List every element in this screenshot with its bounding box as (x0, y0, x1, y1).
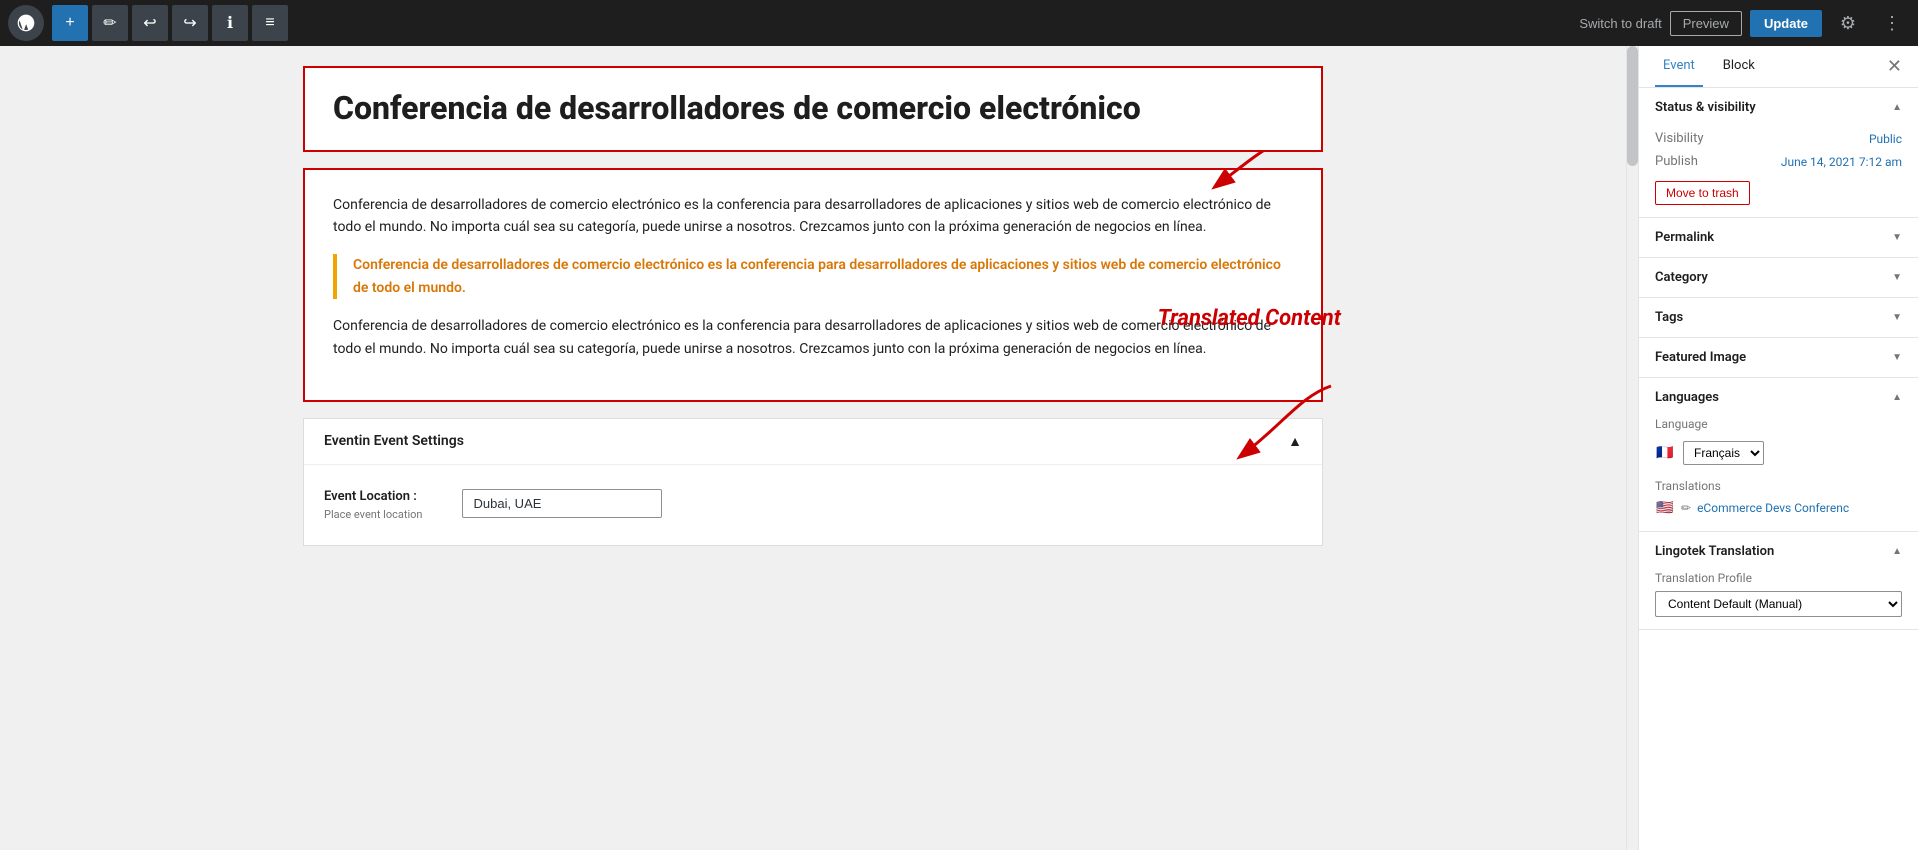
lingotek-section: Lingotek Translation ▲ Translation Profi… (1639, 532, 1918, 630)
list-view-icon: ≡ (265, 14, 274, 32)
languages-body: Language 🇫🇷 Français Translations 🇺🇸 ✏ e… (1639, 417, 1918, 531)
gear-icon: ⚙ (1840, 13, 1856, 34)
status-visibility-body: Visibility Public Publish June 14, 2021 … (1639, 127, 1918, 217)
blockquote-text: Conferencia de desarrolladores de comerc… (353, 254, 1293, 299)
tab-event[interactable]: Event (1655, 46, 1703, 87)
post-title[interactable]: Conferencia de desarrolladores de comerc… (333, 88, 1293, 130)
permalink-title: Permalink (1655, 230, 1714, 245)
featured-image-title: Featured Image (1655, 350, 1746, 365)
switch-to-draft-button[interactable]: Switch to draft (1579, 16, 1661, 31)
tags-header[interactable]: Tags ▼ (1639, 298, 1918, 337)
info-icon: ℹ (227, 13, 233, 33)
lingotek-header[interactable]: Lingotek Translation ▲ (1639, 532, 1918, 571)
add-icon: + (65, 14, 74, 32)
sidebar-tabs: Event Block ✕ (1639, 46, 1918, 88)
status-visibility-section: Status & visibility ▲ Visibility Public … (1639, 88, 1918, 218)
event-location-label: Event Location : (324, 489, 422, 504)
settings-button[interactable]: ⚙ (1830, 5, 1866, 41)
close-icon: ✕ (1887, 56, 1902, 76)
redo-button[interactable]: ↪ (172, 5, 208, 41)
redo-icon: ↪ (183, 13, 196, 33)
languages-title: Languages (1655, 390, 1719, 405)
eventin-settings-body: Event Location : Place event location (304, 465, 1322, 545)
publish-value[interactable]: June 14, 2021 7:12 am (1781, 155, 1902, 169)
lingotek-body: Translation Profile Content Default (Man… (1639, 571, 1918, 629)
eventin-settings-header[interactable]: Eventin Event Settings ▲ (304, 419, 1322, 465)
more-icon: ⋮ (1883, 13, 1901, 34)
wp-icon (16, 13, 36, 33)
us-flag: 🇺🇸 (1655, 501, 1675, 515)
languages-chevron-icon: ▲ (1892, 392, 1902, 403)
visibility-value[interactable]: Public (1869, 132, 1902, 146)
tags-section: Tags ▼ (1639, 298, 1918, 338)
status-visibility-title: Status & visibility (1655, 100, 1756, 115)
language-row: 🇫🇷 Français (1655, 435, 1902, 471)
event-location-input[interactable] (462, 489, 662, 518)
move-to-trash-button[interactable]: Move to trash (1655, 181, 1750, 205)
translation-profile-label: Translation Profile (1655, 571, 1902, 585)
featured-image-chevron-icon: ▼ (1892, 352, 1902, 363)
translation-profile-select[interactable]: Content Default (Manual) (1655, 591, 1902, 617)
editor-content: Conferencia de desarrolladores de comerc… (283, 66, 1343, 546)
status-visibility-header[interactable]: Status & visibility ▲ (1639, 88, 1918, 127)
title-block[interactable]: Conferencia de desarrolladores de comerc… (303, 66, 1323, 152)
right-sidebar: Event Block ✕ Status & visibility ▲ Visi… (1638, 46, 1918, 850)
translation-row: 🇺🇸 ✏ eCommerce Devs Conferenc (1655, 497, 1902, 519)
category-section: Category ▼ (1639, 258, 1918, 298)
visibility-row: Visibility Public (1655, 127, 1902, 150)
event-location-sublabel: Place event location (324, 508, 422, 521)
topbar-right: Switch to draft Preview Update ⚙ ⋮ (1579, 5, 1910, 41)
sidebar-close-button[interactable]: ✕ (1887, 46, 1902, 87)
tags-chevron-icon: ▼ (1892, 312, 1902, 323)
paragraph-3: Conferencia de desarrolladores de comerc… (333, 315, 1293, 360)
eventin-settings-title: Eventin Event Settings (324, 433, 464, 449)
permalink-header[interactable]: Permalink ▼ (1639, 218, 1918, 257)
topbar: + ✏ ↩ ↪ ℹ ≡ Switch to draft Preview Upda… (0, 0, 1918, 46)
update-button[interactable]: Update (1750, 10, 1822, 37)
lingotek-title: Lingotek Translation (1655, 544, 1774, 559)
edit-icon: ✏ (103, 13, 116, 33)
publish-row: Publish June 14, 2021 7:12 am (1655, 150, 1902, 173)
content-block[interactable]: Conferencia de desarrolladores de comerc… (303, 168, 1323, 402)
chevron-up-icon: ▲ (1892, 102, 1902, 113)
category-chevron-icon: ▼ (1892, 272, 1902, 283)
translation-link[interactable]: eCommerce Devs Conferenc (1697, 501, 1849, 515)
list-view-button[interactable]: ≡ (252, 5, 288, 41)
event-location-group: Event Location : Place event location (324, 489, 422, 521)
featured-image-header[interactable]: Featured Image ▼ (1639, 338, 1918, 377)
fr-flag: 🇫🇷 (1655, 446, 1675, 460)
eventin-settings-section: Eventin Event Settings ▲ Event Location … (303, 418, 1323, 546)
featured-image-section: Featured Image ▼ (1639, 338, 1918, 378)
blockquote: Conferencia de desarrolladores de comerc… (333, 254, 1293, 299)
editor-scrollbar[interactable] (1626, 46, 1638, 850)
wp-logo[interactable] (8, 5, 44, 41)
translation-edit-button[interactable]: ✏ (1681, 501, 1691, 515)
scrollbar-thumb (1627, 46, 1638, 166)
eventin-collapse-icon: ▲ (1288, 433, 1302, 450)
tab-block[interactable]: Block (1715, 46, 1763, 87)
publish-label: Publish (1655, 154, 1698, 169)
permalink-section: Permalink ▼ (1639, 218, 1918, 258)
add-block-button[interactable]: + (52, 5, 88, 41)
languages-header[interactable]: Languages ▲ (1639, 378, 1918, 417)
permalink-chevron-icon: ▼ (1892, 232, 1902, 243)
language-label: Language (1655, 417, 1902, 431)
language-select[interactable]: Français (1683, 441, 1764, 465)
info-button[interactable]: ℹ (212, 5, 248, 41)
lingotek-chevron-icon: ▲ (1892, 546, 1902, 557)
editor-area[interactable]: Translated Title Translated Content (0, 46, 1626, 850)
visibility-label: Visibility (1655, 131, 1704, 146)
languages-section: Languages ▲ Language 🇫🇷 Français Transla… (1639, 378, 1918, 532)
preview-button[interactable]: Preview (1670, 11, 1742, 36)
edit-button[interactable]: ✏ (92, 5, 128, 41)
tags-title: Tags (1655, 310, 1683, 325)
undo-icon: ↩ (143, 13, 156, 33)
main-layout: Translated Title Translated Content (0, 46, 1918, 850)
category-header[interactable]: Category ▼ (1639, 258, 1918, 297)
translations-label: Translations (1655, 479, 1902, 493)
paragraph-1: Conferencia de desarrolladores de comerc… (333, 194, 1293, 239)
more-options-button[interactable]: ⋮ (1874, 5, 1910, 41)
undo-button[interactable]: ↩ (132, 5, 168, 41)
category-title: Category (1655, 270, 1708, 285)
